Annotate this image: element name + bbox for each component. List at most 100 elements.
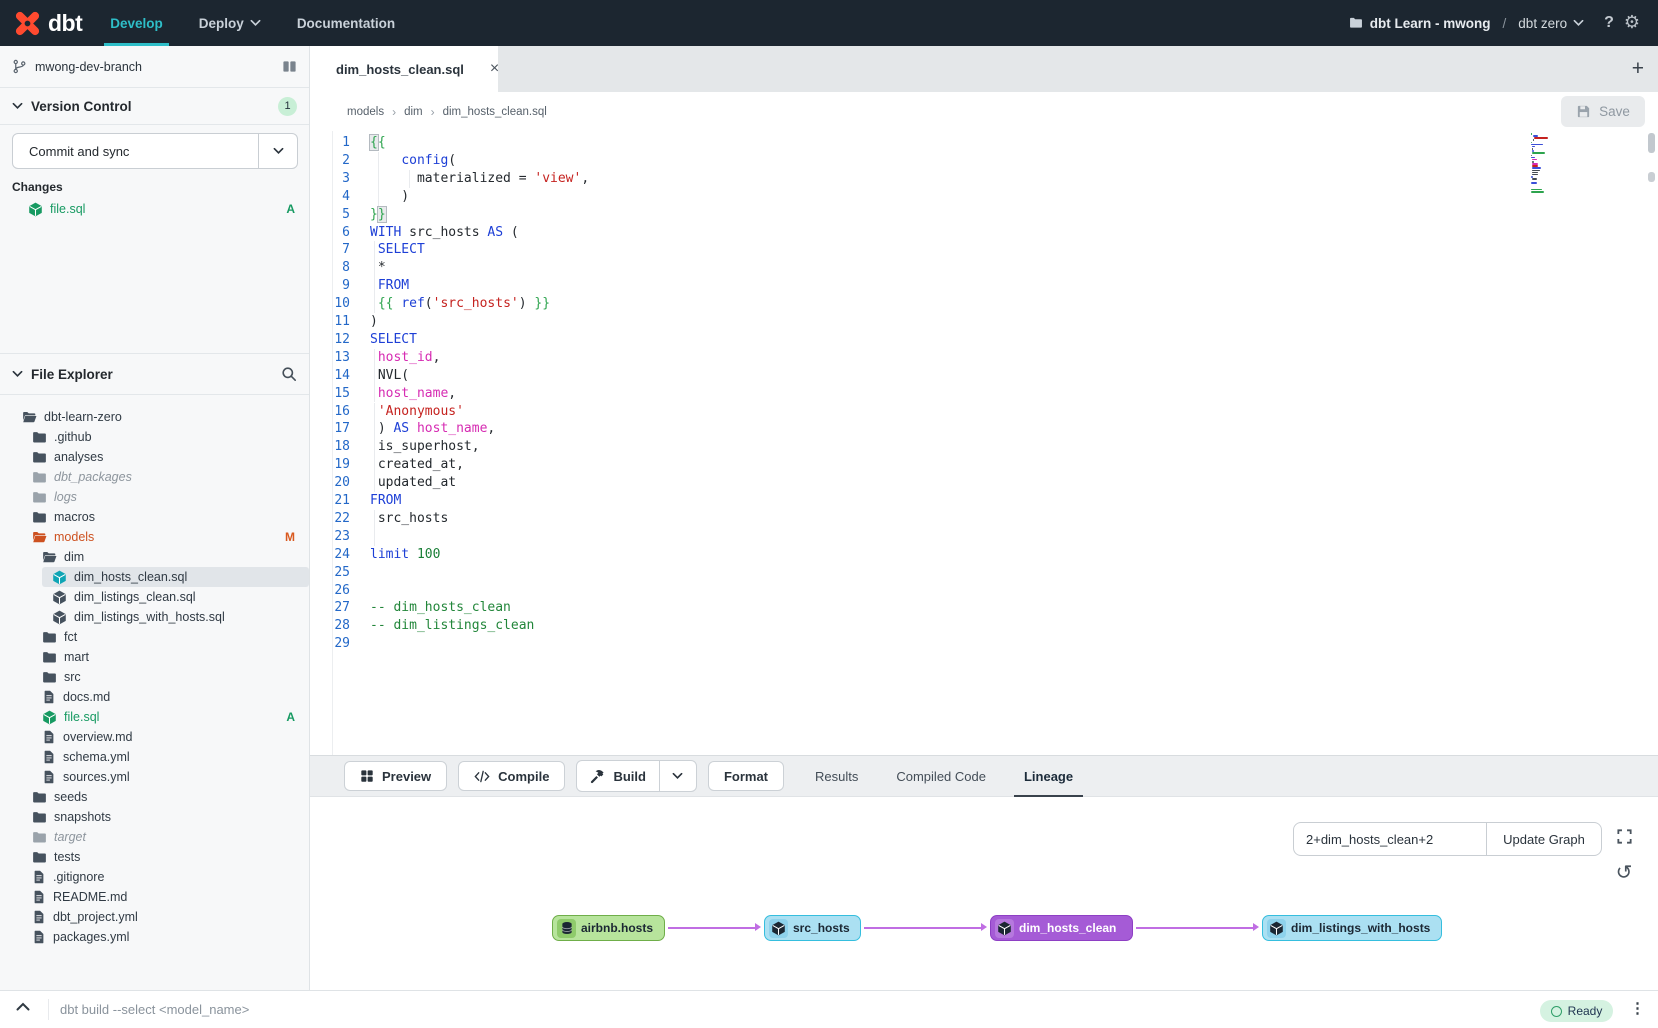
fullscreen-icon[interactable] xyxy=(1610,822,1638,850)
code-line-3[interactable]: 3 materialized = 'view', xyxy=(310,170,1658,188)
tab-compiled-code[interactable]: Compiled Code xyxy=(896,756,986,796)
tab-lineage[interactable]: Lineage xyxy=(1024,756,1073,796)
tree-item-target[interactable]: target xyxy=(0,827,309,847)
code-line-12[interactable]: 12SELECT xyxy=(310,331,1658,349)
code-line-23[interactable]: 23 xyxy=(310,528,1658,546)
lineage-node-airbnb-hosts[interactable]: airbnb.hosts xyxy=(552,915,665,941)
chevron-up-icon[interactable] xyxy=(16,1001,30,1012)
commit-and-sync-button[interactable]: Commit and sync xyxy=(12,133,298,169)
breadcrumb-dim[interactable]: dim xyxy=(404,106,423,118)
lineage-node-dim-hosts-clean[interactable]: dim_hosts_clean xyxy=(990,915,1133,941)
code-line-15[interactable]: 15 host_name, xyxy=(310,385,1658,403)
breadcrumb-file[interactable]: dim_hosts_clean.sql xyxy=(443,106,547,118)
project-selector[interactable]: dbt Learn - mwong xyxy=(1349,16,1491,31)
close-icon[interactable]: × xyxy=(490,61,499,77)
tab-dim-hosts-clean[interactable]: dim_hosts_clean.sql × xyxy=(310,46,498,92)
reset-view-icon[interactable]: ↺ xyxy=(1610,858,1638,886)
tree-item-dim-hosts-clean-sql[interactable]: dim_hosts_clean.sql xyxy=(42,567,309,587)
tree-item-dim-listings-with-hosts-sql[interactable]: dim_listings_with_hosts.sql xyxy=(0,607,309,627)
nav-documentation[interactable]: Documentation xyxy=(297,0,395,46)
lineage-selector-input[interactable]: 2+dim_hosts_clean+2 xyxy=(1294,823,1486,855)
code-line-9[interactable]: 9 FROM xyxy=(310,277,1658,295)
tree-item-dbt-project-yml[interactable]: dbt_project.yml xyxy=(0,907,309,927)
code-line-17[interactable]: 17 ) AS host_name, xyxy=(310,420,1658,438)
split-panes-icon[interactable] xyxy=(282,59,297,74)
code-line-20[interactable]: 20 updated_at xyxy=(310,474,1658,492)
new-tab-button[interactable]: + xyxy=(1632,46,1644,92)
code-line-8[interactable]: 8 * xyxy=(310,259,1658,277)
code-line-11[interactable]: 11) xyxy=(310,313,1658,331)
code-line-29[interactable]: 29 xyxy=(310,635,1658,653)
changed-file-file.sql[interactable]: file.sql A xyxy=(0,198,309,220)
tree-item-dim-listings-clean-sql[interactable]: dim_listings_clean.sql xyxy=(0,587,309,607)
code-line-27[interactable]: 27-- dim_hosts_clean xyxy=(310,599,1658,617)
tree-item-sources-yml[interactable]: sources.yml xyxy=(0,767,309,787)
kebab-menu-icon[interactable]: ⋮ xyxy=(1630,999,1645,1017)
lineage-node-src-hosts[interactable]: src_hosts xyxy=(764,915,861,941)
environment-selector[interactable]: dbt zero xyxy=(1518,16,1584,31)
save-button[interactable]: Save xyxy=(1561,96,1645,127)
tree-item-packages-yml[interactable]: packages.yml xyxy=(0,927,309,947)
help-icon[interactable]: ? xyxy=(1604,14,1614,32)
code-line-19[interactable]: 19 created_at, xyxy=(310,456,1658,474)
scrollbar-thumb[interactable] xyxy=(1648,133,1655,153)
tree-item-analyses[interactable]: analyses xyxy=(0,447,309,467)
update-graph-button[interactable]: Update Graph xyxy=(1486,823,1601,855)
tree-item-docs-md[interactable]: docs.md xyxy=(0,687,309,707)
tree-item--gitignore[interactable]: .gitignore xyxy=(0,867,309,887)
code-line-4[interactable]: 4 ) xyxy=(310,188,1658,206)
tree-item-overview-md[interactable]: overview.md xyxy=(0,727,309,747)
command-input[interactable]: dbt build --select <model_name> xyxy=(60,991,249,1028)
build-options-dropdown[interactable] xyxy=(659,761,696,791)
editor-scrollbar[interactable] xyxy=(1647,131,1656,755)
tab-results[interactable]: Results xyxy=(815,756,858,796)
tree-item-file-sql[interactable]: file.sqlA xyxy=(0,707,309,727)
nav-deploy[interactable]: Deploy xyxy=(199,0,261,46)
code-line-18[interactable]: 18 is_superhost, xyxy=(310,438,1658,456)
dbt-logo[interactable]: dbt xyxy=(0,10,96,37)
code-line-22[interactable]: 22 src_hosts xyxy=(310,510,1658,528)
tree-item-seeds[interactable]: seeds xyxy=(0,787,309,807)
nav-develop[interactable]: Develop xyxy=(110,0,163,46)
compile-button[interactable]: Compile xyxy=(458,761,565,791)
code-editor[interactable]: 1{{2 config(3 materialized = 'view',4 )5… xyxy=(310,131,1658,755)
tree-item-dim[interactable]: dim xyxy=(0,547,309,567)
tree-item-src[interactable]: src xyxy=(0,667,309,687)
code-line-28[interactable]: 28-- dim_listings_clean xyxy=(310,617,1658,635)
search-icon[interactable] xyxy=(281,366,297,382)
tree-item-fct[interactable]: fct xyxy=(0,627,309,647)
code-line-2[interactable]: 2 config( xyxy=(310,152,1658,170)
tree-item-readme-md[interactable]: README.md xyxy=(0,887,309,907)
version-control-header[interactable]: Version Control 1 xyxy=(0,88,309,125)
lineage-node-dim-listings-with-hosts[interactable]: dim_listings_with_hosts xyxy=(1262,915,1442,941)
code-line-6[interactable]: 6WITH src_hosts AS ( xyxy=(310,224,1658,242)
code-line-21[interactable]: 21FROM xyxy=(310,492,1658,510)
breadcrumb-models[interactable]: models xyxy=(347,106,384,118)
commit-options-dropdown[interactable] xyxy=(258,134,297,168)
code-line-26[interactable]: 26 xyxy=(310,582,1658,600)
file-explorer-header[interactable]: File Explorer xyxy=(0,353,309,395)
tree-item-schema-yml[interactable]: schema.yml xyxy=(0,747,309,767)
format-button[interactable]: Format xyxy=(708,761,784,791)
tree-item-mart[interactable]: mart xyxy=(0,647,309,667)
tree-item-dbt-learn-zero[interactable]: dbt-learn-zero xyxy=(0,407,309,427)
tree-item-snapshots[interactable]: snapshots xyxy=(0,807,309,827)
code-line-5[interactable]: 5}} xyxy=(310,206,1658,224)
tree-item--github[interactable]: .github xyxy=(0,427,309,447)
tree-item-macros[interactable]: macros xyxy=(0,507,309,527)
code-line-7[interactable]: 7 SELECT xyxy=(310,241,1658,259)
code-line-13[interactable]: 13 host_id, xyxy=(310,349,1658,367)
code-line-10[interactable]: 10 {{ ref('src_hosts') }} xyxy=(310,295,1658,313)
gear-icon[interactable]: ⚙ xyxy=(1624,14,1640,32)
build-button[interactable]: Build xyxy=(577,761,659,791)
tree-item-dbt-packages[interactable]: dbt_packages xyxy=(0,467,309,487)
code-line-14[interactable]: 14 NVL( xyxy=(310,367,1658,385)
code-line-1[interactable]: 1{{ xyxy=(310,134,1658,152)
preview-button[interactable]: Preview xyxy=(344,761,447,791)
code-line-24[interactable]: 24limit 100 xyxy=(310,546,1658,564)
code-line-16[interactable]: 16 'Anonymous' xyxy=(310,403,1658,421)
tree-item-models[interactable]: modelsM xyxy=(0,527,309,547)
code-line-25[interactable]: 25 xyxy=(310,564,1658,582)
tree-item-tests[interactable]: tests xyxy=(0,847,309,867)
tree-item-logs[interactable]: logs xyxy=(0,487,309,507)
